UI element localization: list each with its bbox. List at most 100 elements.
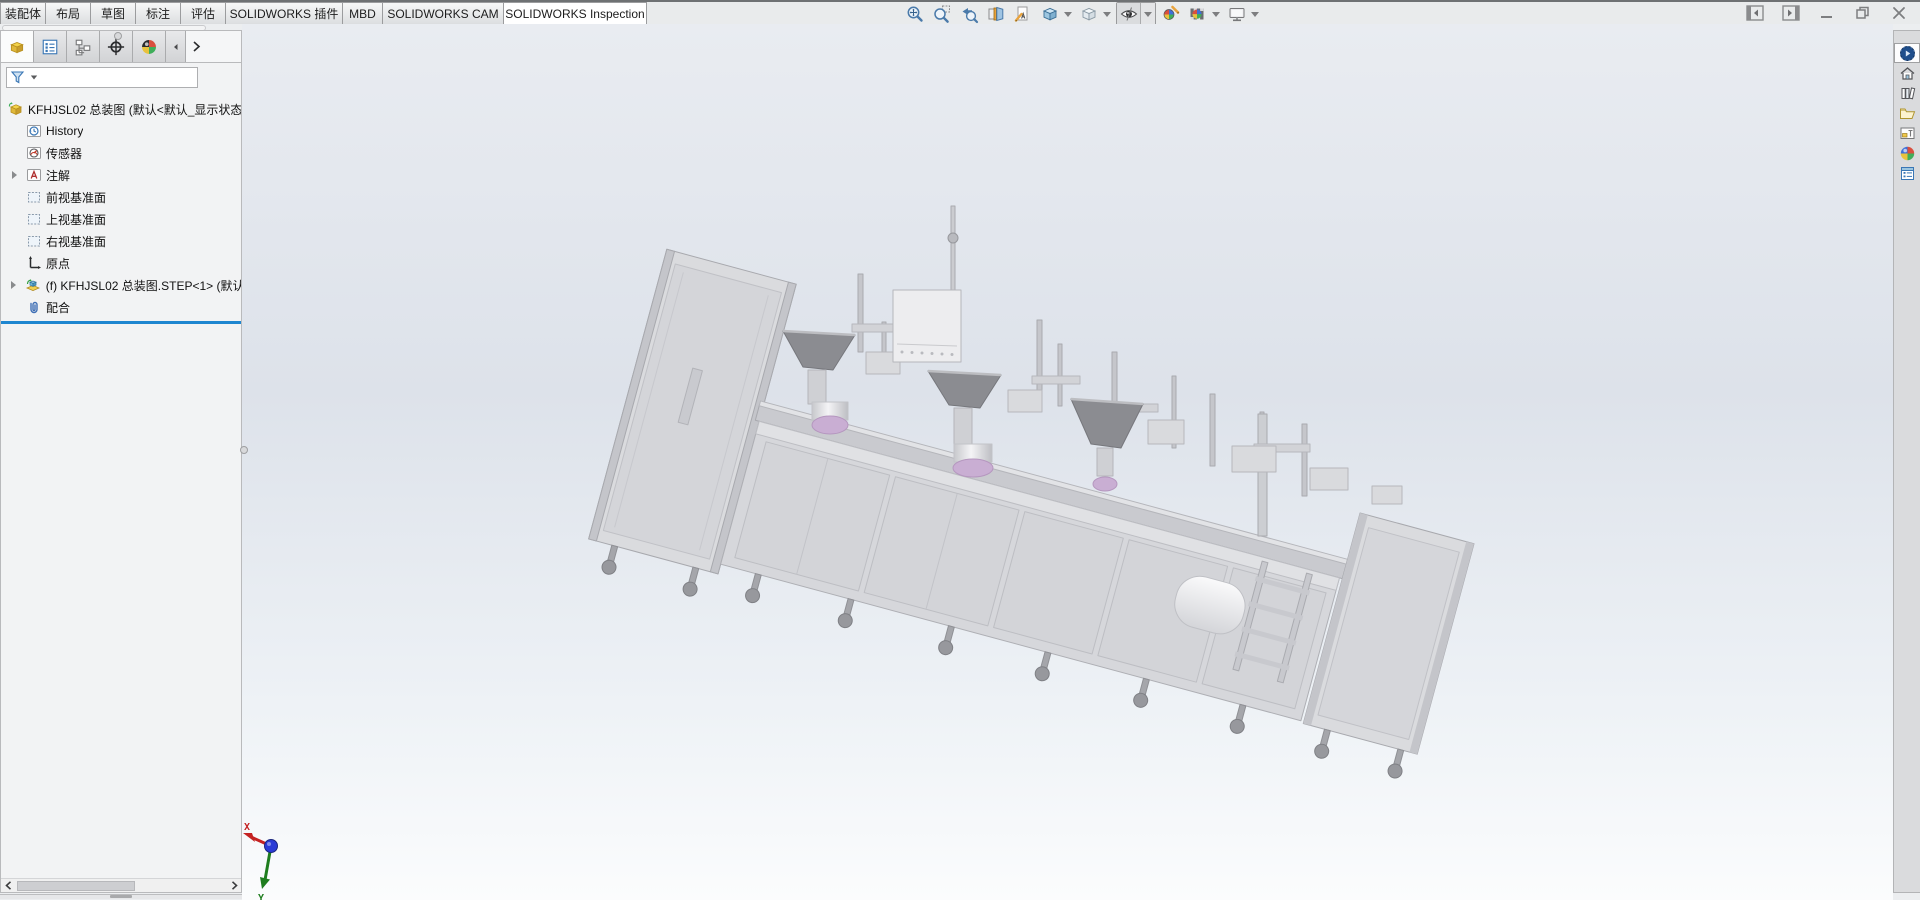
feature-tree: KFHJSL02 总装图 (默认<默认_显示状态 History 传感器	[1, 93, 241, 878]
view-orientation-group	[1038, 3, 1074, 25]
tree-item-right-plane[interactable]: 右视基准面	[1, 230, 241, 252]
feature-manager-panel: KFHJSL02 总装图 (默认<默认_显示状态 History 传感器	[0, 30, 242, 893]
tree-item-sensors[interactable]: 传感器	[1, 142, 241, 164]
triad-x-label: X	[244, 822, 250, 833]
tree-item-root-assembly[interactable]: KFHJSL02 总装图 (默认<默认_显示状态	[1, 98, 241, 120]
history-icon	[25, 123, 42, 139]
minimize-button[interactable]	[1816, 4, 1838, 22]
design-library-icon[interactable]	[1894, 83, 1920, 103]
tab-inspection[interactable]: SOLIDWORKS Inspection	[504, 2, 647, 24]
tree-item-annotations[interactable]: 注解	[1, 164, 241, 186]
display-style-dropdown-caret[interactable]	[1103, 12, 1111, 17]
filter-dropdown-caret[interactable]	[31, 76, 37, 80]
tree-filter-box[interactable]	[6, 67, 198, 88]
scrollbar-thumb[interactable]	[17, 881, 135, 891]
scroll-left-arrow[interactable]	[1, 879, 15, 893]
tree-item-mates[interactable]: 配合	[1, 296, 241, 318]
tree-item-top-plane[interactable]: 上视基准面	[1, 208, 241, 230]
apply-scene-group	[1186, 3, 1222, 25]
scroll-right-arrow[interactable]	[227, 879, 241, 893]
hide-show-items-pressed-group	[1116, 2, 1156, 26]
origin-icon	[25, 255, 42, 271]
mates-paperclip-icon	[25, 299, 42, 315]
display-style-icon[interactable]	[1077, 3, 1101, 25]
appearances-scenes-icon[interactable]	[1894, 143, 1920, 163]
tab-configuration-manager[interactable]	[67, 31, 100, 62]
tree-item-label: 传感器	[46, 145, 82, 162]
part-icon	[25, 277, 42, 293]
tree-item-label: History	[46, 124, 83, 138]
section-view-icon[interactable]	[984, 3, 1008, 25]
tab-cam[interactable]: SOLIDWORKS CAM	[383, 2, 504, 24]
tree-item-label: 右视基准面	[46, 233, 106, 250]
edit-appearance-icon[interactable]	[1159, 3, 1183, 25]
view-settings-dropdown-caret[interactable]	[1251, 12, 1259, 17]
task-pane-strip	[1893, 30, 1920, 893]
tab-markup[interactable]: 标注	[136, 2, 181, 24]
hide-show-items-dropdown-caret[interactable]	[1141, 3, 1155, 25]
heads-up-view-toolbar	[903, 3, 1261, 25]
collapse-right-pane-button[interactable]	[1780, 4, 1802, 22]
window-controls	[1744, 4, 1910, 22]
annotations-icon	[25, 167, 42, 183]
plane-icon	[25, 211, 42, 227]
panel-top-splitter-handle[interactable]	[114, 32, 122, 40]
zoom-to-area-icon[interactable]	[930, 3, 954, 25]
tree-item-label: 配合	[46, 299, 70, 316]
custom-properties-icon[interactable]	[1894, 163, 1920, 183]
tree-item-label: KFHJSL02 总装图 (默认<默认_显示状态	[28, 101, 241, 118]
plane-icon	[25, 189, 42, 205]
tree-item-history[interactable]: History	[1, 120, 241, 142]
tab-evaluate[interactable]: 评估	[181, 2, 226, 24]
view-settings-group	[1225, 3, 1261, 25]
solidworks-window: 装配体 布局 草图 标注 评估 SOLIDWORKS 插件 MBD SOLIDW…	[0, 0, 1920, 900]
previous-view-icon[interactable]	[957, 3, 981, 25]
expand-arrow-icon[interactable]	[7, 281, 21, 289]
view-palette-icon[interactable]	[1894, 123, 1920, 143]
tab-property-manager[interactable]	[34, 31, 67, 62]
plane-icon	[25, 233, 42, 249]
expand-arrow-icon[interactable]	[7, 171, 21, 179]
graphics-viewport[interactable]: X Y	[242, 24, 1893, 900]
tab-display-manager[interactable]	[133, 31, 166, 62]
panel-tabs-scroll-right[interactable]	[186, 31, 241, 62]
tree-item-front-plane[interactable]: 前视基准面	[1, 186, 241, 208]
triad-y-label: Y	[258, 893, 264, 900]
dynamic-annotation-views-icon[interactable]	[1011, 3, 1035, 25]
panel-tabs-scroll-left[interactable]	[166, 31, 186, 62]
view-settings-monitor-icon[interactable]	[1225, 3, 1249, 25]
restore-button[interactable]	[1852, 4, 1874, 22]
tab-assembly[interactable]: 装配体	[0, 2, 46, 24]
rollback-bar[interactable]	[1, 321, 241, 324]
tree-item-label: 注解	[46, 167, 70, 184]
apply-scene-icon[interactable]	[1186, 3, 1210, 25]
tab-mbd[interactable]: MBD	[343, 2, 383, 24]
tree-horizontal-scrollbar[interactable]	[1, 878, 241, 892]
file-explorer-folder-icon[interactable]	[1894, 103, 1920, 123]
view-orientation-icon[interactable]	[1038, 3, 1062, 25]
assembly-icon	[7, 101, 24, 117]
solidworks-resources-icon[interactable]	[1894, 43, 1920, 63]
apply-scene-dropdown-caret[interactable]	[1212, 12, 1220, 17]
collapse-left-pane-button[interactable]	[1744, 4, 1766, 22]
close-button[interactable]	[1888, 4, 1910, 22]
tab-layout[interactable]: 布局	[46, 2, 91, 24]
home-icon[interactable]	[1894, 63, 1920, 83]
tab-addins[interactable]: SOLIDWORKS 插件	[226, 2, 343, 24]
tree-filter-row	[1, 63, 241, 93]
machine-assembly-model[interactable]	[581, 206, 1493, 790]
panel-right-splitter-handle[interactable]	[240, 446, 248, 454]
tree-filter-input[interactable]	[42, 69, 197, 86]
orientation-triad: X Y	[243, 822, 278, 900]
panel-bottom-splitter-handle[interactable]	[110, 895, 132, 898]
sensors-icon	[25, 145, 42, 161]
view-orientation-dropdown-caret[interactable]	[1064, 12, 1072, 17]
filter-funnel-icon[interactable]	[10, 70, 26, 85]
tab-sketch[interactable]: 草图	[91, 2, 136, 24]
tree-item-label: 上视基准面	[46, 211, 106, 228]
hide-show-items-eye-icon[interactable]	[1117, 3, 1141, 25]
tree-item-step-component[interactable]: (f) KFHJSL02 总装图.STEP<1> (默认	[1, 274, 241, 296]
tree-item-origin[interactable]: 原点	[1, 252, 241, 274]
tab-feature-manager[interactable]	[1, 31, 34, 62]
zoom-to-fit-icon[interactable]	[903, 3, 927, 25]
